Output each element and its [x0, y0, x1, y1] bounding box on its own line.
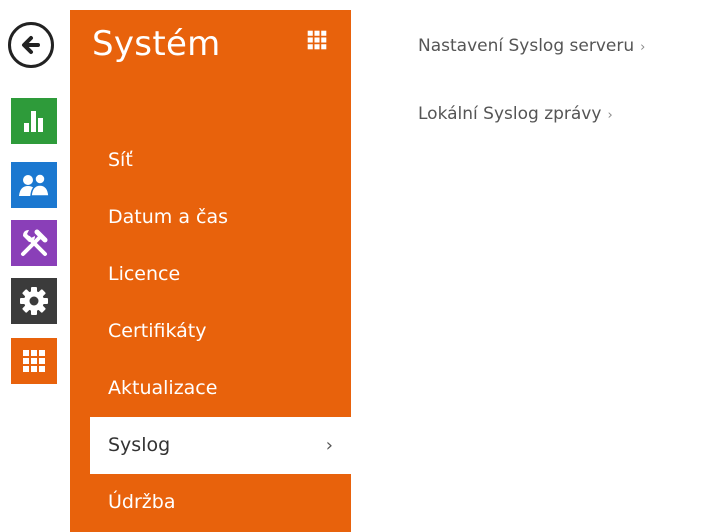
link-label: Nastavení Syslog serveru: [418, 36, 635, 56]
menu-item-licence[interactable]: Licence: [70, 246, 351, 303]
status-button[interactable]: [11, 98, 57, 144]
back-button[interactable]: [8, 22, 54, 68]
menu-item-syslog[interactable]: Syslog ›: [90, 417, 351, 474]
menu-item-datum-a-cas[interactable]: Datum a čas: [70, 189, 351, 246]
menu-item-udrzba[interactable]: Údržba: [70, 474, 351, 531]
link-syslog-server-settings[interactable]: Nastavení Syslog serveru ›: [418, 36, 645, 56]
menu-item-label: Datum a čas: [108, 206, 228, 228]
gear-icon: [20, 287, 48, 315]
chevron-right-icon: ›: [607, 108, 613, 123]
system-button[interactable]: [11, 338, 57, 384]
menu-item-certifikaty[interactable]: Certifikáty: [70, 303, 351, 360]
link-label: Lokální Syslog zprávy: [418, 104, 602, 124]
content-area: Nastavení Syslog serveru › Lokální Syslog…: [418, 36, 645, 172]
arrow-left-icon: [22, 36, 40, 54]
menu-item-label: Licence: [108, 263, 181, 285]
tools-icon: [21, 229, 48, 256]
icon-rail: [0, 0, 70, 532]
tools-button[interactable]: [11, 220, 57, 266]
menu-item-label: Aktualizace: [108, 377, 218, 399]
settings-button[interactable]: [11, 278, 57, 324]
panel-title: Systém: [92, 24, 221, 64]
section-menu: Síť Datum a čas Licence Certifikáty Aktu…: [70, 132, 351, 531]
chevron-right-icon: ›: [325, 435, 333, 456]
menu-item-label: Údržba: [108, 491, 176, 513]
grid-icon: [23, 350, 45, 372]
menu-item-sit[interactable]: Síť: [70, 132, 351, 189]
section-panel: Systém Síť Datum a čas Licence Certifiká…: [70, 10, 351, 532]
chevron-right-icon: ›: [640, 40, 646, 55]
menu-item-label: Síť: [108, 149, 133, 171]
users-button[interactable]: [11, 162, 57, 208]
menu-item-label: Syslog: [108, 434, 171, 456]
menu-item-label: Certifikáty: [108, 320, 207, 342]
menu-item-aktualizace[interactable]: Aktualizace: [70, 360, 351, 417]
link-local-syslog-messages[interactable]: Lokální Syslog zprávy ›: [418, 104, 645, 124]
users-icon: [19, 173, 50, 197]
grid-icon[interactable]: [306, 29, 328, 51]
status-bar-chart-icon: [24, 111, 43, 132]
